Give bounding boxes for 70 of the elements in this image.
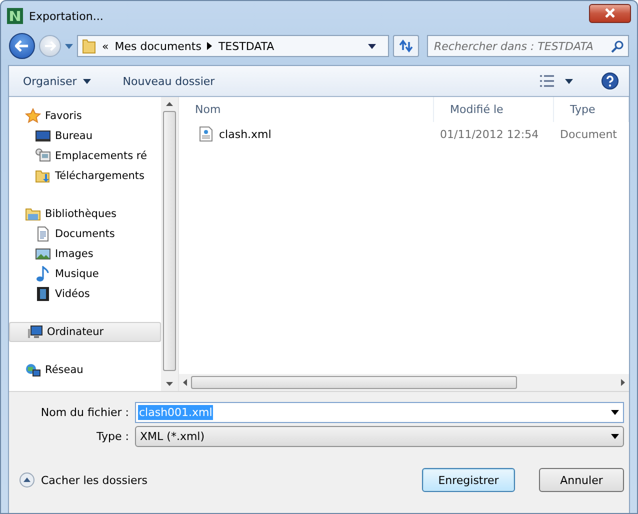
caret-icon [611, 410, 619, 414]
caret-icon [565, 78, 573, 84]
app-logo-icon [7, 8, 23, 24]
history-caret-icon [65, 44, 73, 48]
horizontal-scrollbar[interactable] [179, 374, 629, 391]
chevron-icon [207, 42, 212, 50]
sidebar-item[interactable]: Téléchargements [9, 166, 161, 186]
dialog-button[interactable]: Enregistrer [422, 468, 515, 492]
breadcrumb-item[interactable]: Mes documents [114, 40, 202, 52]
sidebar-item[interactable]: Documents [9, 224, 161, 244]
close-button[interactable] [589, 4, 631, 22]
film-icon [35, 286, 51, 302]
collapse-icon [19, 472, 35, 488]
dialog-button[interactable]: Annuler [539, 468, 624, 492]
music-note-icon [35, 266, 51, 282]
sidebar-item[interactable]: Réseau [9, 360, 161, 380]
sidebar-item[interactable]: Bibliothèques [9, 204, 161, 224]
field-label: Type : [96, 430, 129, 442]
new-folder-button[interactable]: Nouveau dossier [118, 72, 219, 90]
file-type-dropdown[interactable]: XML (*.xml) [135, 426, 624, 446]
window-title: Exportation... [29, 10, 104, 22]
hide-folders-button[interactable]: Cacher les dossiers [19, 472, 148, 488]
column-header[interactable]: Nom [179, 97, 434, 122]
sidebar-item[interactable]: Musique [9, 264, 161, 284]
network-icon [25, 362, 41, 378]
refresh-arrows-icon [398, 39, 414, 53]
column-header[interactable]: Modifié le [434, 97, 554, 122]
library-folder-icon [25, 206, 41, 222]
xml-file-icon [199, 126, 213, 142]
close-icon [604, 8, 616, 18]
sidebar-item[interactable]: Favoris [9, 106, 161, 126]
caret-icon [611, 434, 619, 438]
file-cell: clash.xml [219, 128, 272, 140]
back-arrow-icon [15, 40, 29, 52]
file-cell: 01/11/2012 12:54 [440, 128, 539, 140]
breadcrumb-item[interactable]: TESTDATA [218, 40, 274, 52]
back-button[interactable] [9, 33, 35, 59]
refresh-button[interactable] [393, 35, 419, 57]
search-icon[interactable] [611, 40, 624, 53]
dropdown-caret-icon [368, 44, 376, 48]
monitor-icon [35, 128, 51, 144]
sidebar-item[interactable]: Vidéos [9, 284, 161, 304]
star-icon [25, 108, 41, 124]
image-icon [35, 246, 51, 262]
folder-icon [82, 38, 96, 54]
search-field[interactable]: Rechercher dans : TESTDATA [427, 35, 629, 57]
file-cell: Document [560, 128, 617, 140]
organize-menu[interactable]: Organiser [19, 72, 95, 90]
computer-icon [35, 148, 51, 164]
scroll-right-arrow-icon[interactable] [621, 379, 625, 386]
column-header[interactable]: Type [554, 97, 629, 122]
computer-icon [27, 324, 43, 340]
sidebar-item[interactable]: Images [9, 244, 161, 264]
help-icon[interactable] [601, 72, 619, 90]
sidebar-item[interactable]: Bureau [9, 126, 161, 146]
address-bar[interactable]: « Mes documents TESTDATA [77, 35, 389, 57]
download-folder-icon [35, 168, 51, 184]
file-row[interactable]: clash.xml 01/11/2012 12:54 Document [179, 122, 629, 146]
list-view-icon [539, 74, 555, 88]
document-icon [35, 226, 51, 242]
breadcrumb-overflow[interactable]: « [102, 40, 109, 52]
vertical-scrollbar[interactable] [161, 97, 178, 391]
scroll-down-arrow-icon[interactable] [166, 382, 173, 386]
forward-arrow-icon [44, 41, 56, 51]
field-label: Nom du fichier : [40, 406, 129, 418]
scroll-left-arrow-icon[interactable] [183, 379, 187, 386]
sidebar-item[interactable]: Ordinateur [9, 322, 161, 342]
caret-icon [82, 78, 91, 84]
sidebar-item[interactable]: Emplacements ré [9, 146, 161, 166]
scroll-up-arrow-icon[interactable] [166, 102, 173, 106]
